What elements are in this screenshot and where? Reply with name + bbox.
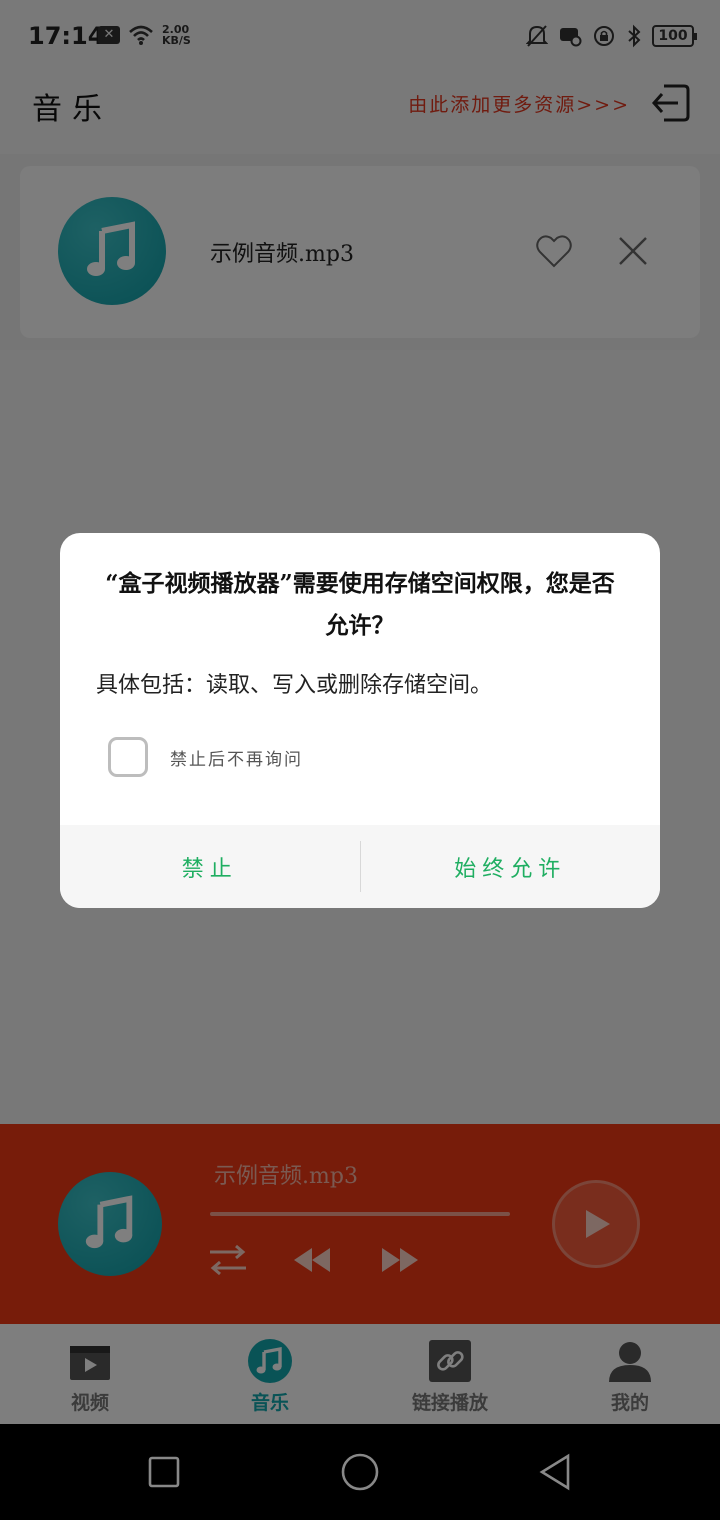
system-nav-bar bbox=[0, 1424, 720, 1520]
allow-always-button[interactable]: 始终允许 bbox=[361, 825, 661, 908]
dont-ask-option[interactable]: 禁止后不再询问 bbox=[108, 737, 303, 777]
dialog-description: 具体包括：读取、写入或删除存储空间。 bbox=[96, 673, 493, 698]
permission-dialog: “盒子视频播放器”需要使用存储空间权限，您是否允许？ 具体包括：读取、写入或删除… bbox=[60, 533, 660, 908]
dialog-title: “盒子视频播放器”需要使用存储空间权限，您是否允许？ bbox=[105, 570, 615, 639]
dont-ask-label: 禁止后不再询问 bbox=[170, 749, 303, 770]
recents-icon[interactable] bbox=[144, 1452, 184, 1492]
dont-ask-checkbox[interactable] bbox=[108, 737, 148, 777]
deny-button[interactable]: 禁止 bbox=[60, 825, 360, 908]
home-icon[interactable] bbox=[340, 1452, 380, 1492]
back-icon[interactable] bbox=[536, 1452, 576, 1492]
app-screen: 17:14 ✕ 2.00 KB/S bbox=[0, 0, 720, 1520]
dialog-actions: 禁止 始终允许 bbox=[60, 825, 660, 908]
